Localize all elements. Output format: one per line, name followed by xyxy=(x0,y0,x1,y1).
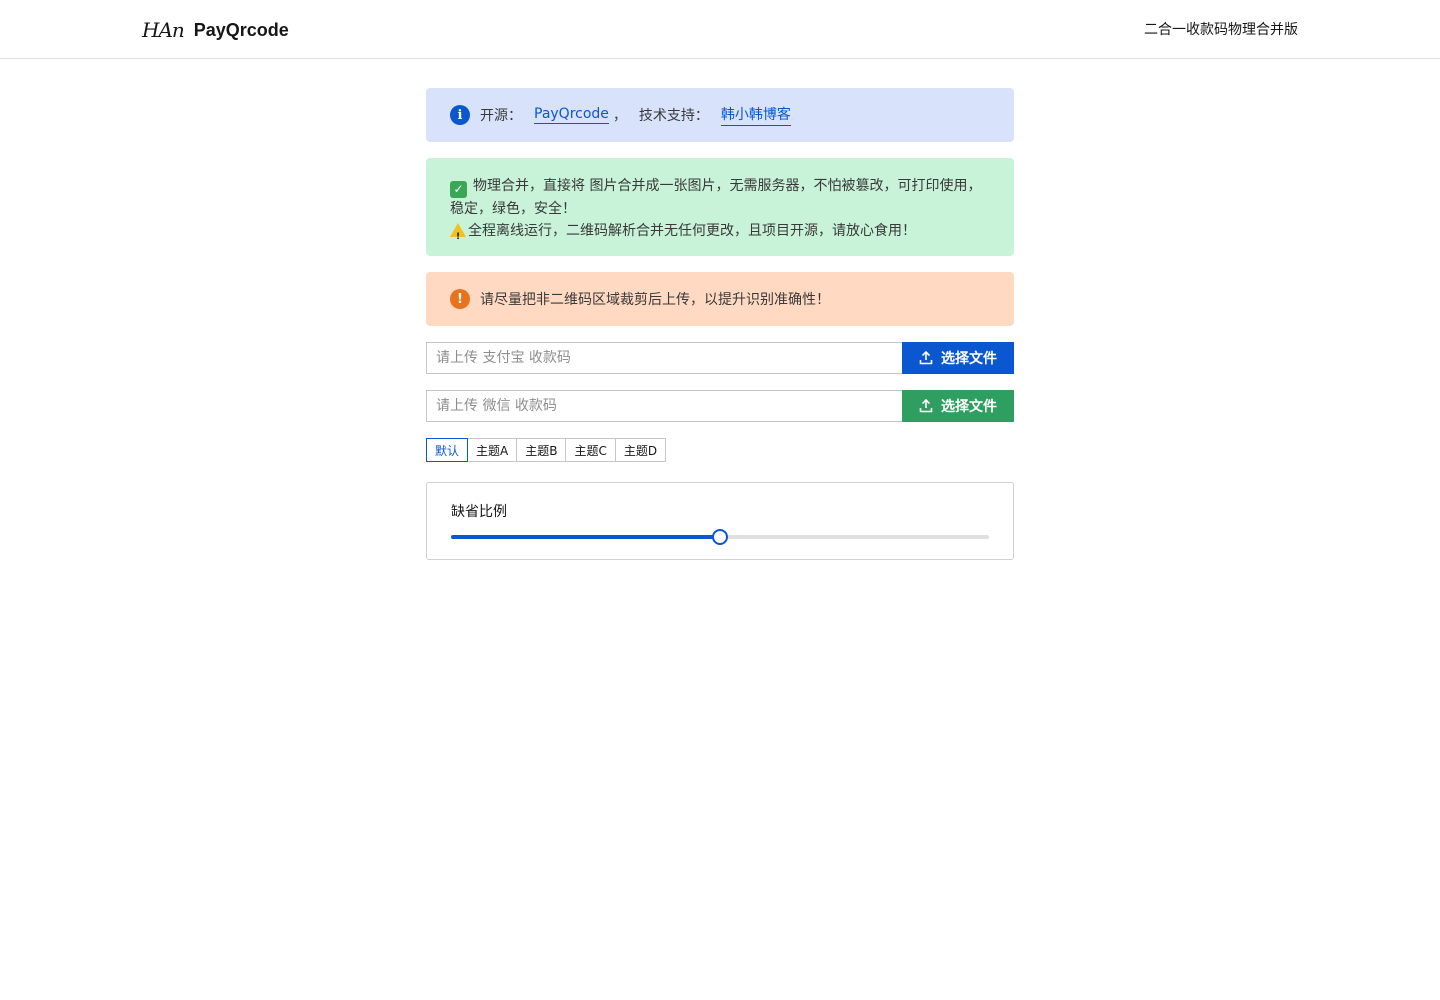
scale-card: 缺省比例 xyxy=(426,482,1014,560)
open-source-label: 开源： xyxy=(480,108,522,124)
success-text-3: 全程离线运行，二维码解析合并无任何更改，且项目开源，请放心食用！ xyxy=(468,222,916,239)
warning-text: 请尽量把非二维码区域裁剪后上传，以提升识别准确性！ xyxy=(480,292,830,308)
upload-icon xyxy=(919,351,933,365)
logo-mark: HAn xyxy=(142,18,185,42)
theme-tab-c[interactable]: 主题C xyxy=(566,438,616,462)
alipay-upload-row: 选择文件 xyxy=(426,342,1014,374)
warning-notice: ! 请尽量把非二维码区域裁剪后上传，以提升识别准确性！ xyxy=(426,272,1014,326)
wechat-upload-input[interactable] xyxy=(426,390,902,422)
info-icon: i xyxy=(450,105,470,125)
scale-slider-thumb[interactable] xyxy=(712,529,728,545)
info-notice: i 开源： PayQrcode ， 技术支持： 韩小韩博客 xyxy=(426,88,1014,142)
brand-name: PayQrcode xyxy=(193,19,289,40)
success-line-1: ✓ 物理合并，直接将 图片合并成一张图片，无需服务器，不怕被篡改，可打印使用， xyxy=(450,175,981,198)
alipay-choose-file-button[interactable]: 选择文件 xyxy=(902,342,1014,374)
brand[interactable]: HAn PayQrcode xyxy=(142,16,289,44)
repo-link[interactable]: PayQrcode xyxy=(534,106,609,124)
theme-tab-b[interactable]: 主题B xyxy=(517,438,567,462)
scale-label: 缺省比例 xyxy=(451,504,507,520)
scale-slider-track[interactable] xyxy=(451,529,989,545)
check-icon: ✓ xyxy=(450,180,467,198)
theme-switcher: 默认 主题A 主题B 主题C 主题D xyxy=(426,438,1014,462)
success-text-1: 物理合并，直接将 图片合并成一张图片，无需服务器，不怕被篡改，可打印使用， xyxy=(473,178,982,194)
theme-tab-d[interactable]: 主题D xyxy=(615,438,667,462)
support-link[interactable]: 韩小韩博客 xyxy=(720,104,791,126)
success-line-3: ! 全程离线运行，二维码解析合并无任何更改，且项目开源，请放心食用！ xyxy=(450,220,916,242)
warning-triangle-icon: ! xyxy=(450,222,466,242)
wechat-choose-file-button[interactable]: 选择文件 xyxy=(902,390,1014,422)
main-content: i 开源： PayQrcode ， 技术支持： 韩小韩博客 ✓ 物理合并，直接将 … xyxy=(426,88,1014,560)
theme-tab-default[interactable]: 默认 xyxy=(426,438,469,462)
support-label: 技术支持： xyxy=(638,108,709,124)
wechat-button-label: 选择文件 xyxy=(941,399,997,415)
header-subtitle: 二合一收款码物理合并版 xyxy=(1144,22,1298,38)
success-line-2: 稳定，绿色，安全！ xyxy=(450,200,576,217)
alipay-button-label: 选择文件 xyxy=(941,351,997,367)
alipay-upload-input[interactable] xyxy=(426,342,902,374)
wechat-upload-row: 选择文件 xyxy=(426,390,1014,422)
upload-icon xyxy=(919,399,933,413)
exclamation-icon: ! xyxy=(450,289,470,309)
success-notice: ✓ 物理合并，直接将 图片合并成一张图片，无需服务器，不怕被篡改，可打印使用， 稳… xyxy=(426,158,1014,256)
theme-tab-a[interactable]: 主题A xyxy=(468,438,518,462)
top-header: HAn PayQrcode 二合一收款码物理合并版 xyxy=(0,0,1440,59)
separator: ， xyxy=(612,108,627,124)
scale-slider-fill xyxy=(451,535,720,539)
